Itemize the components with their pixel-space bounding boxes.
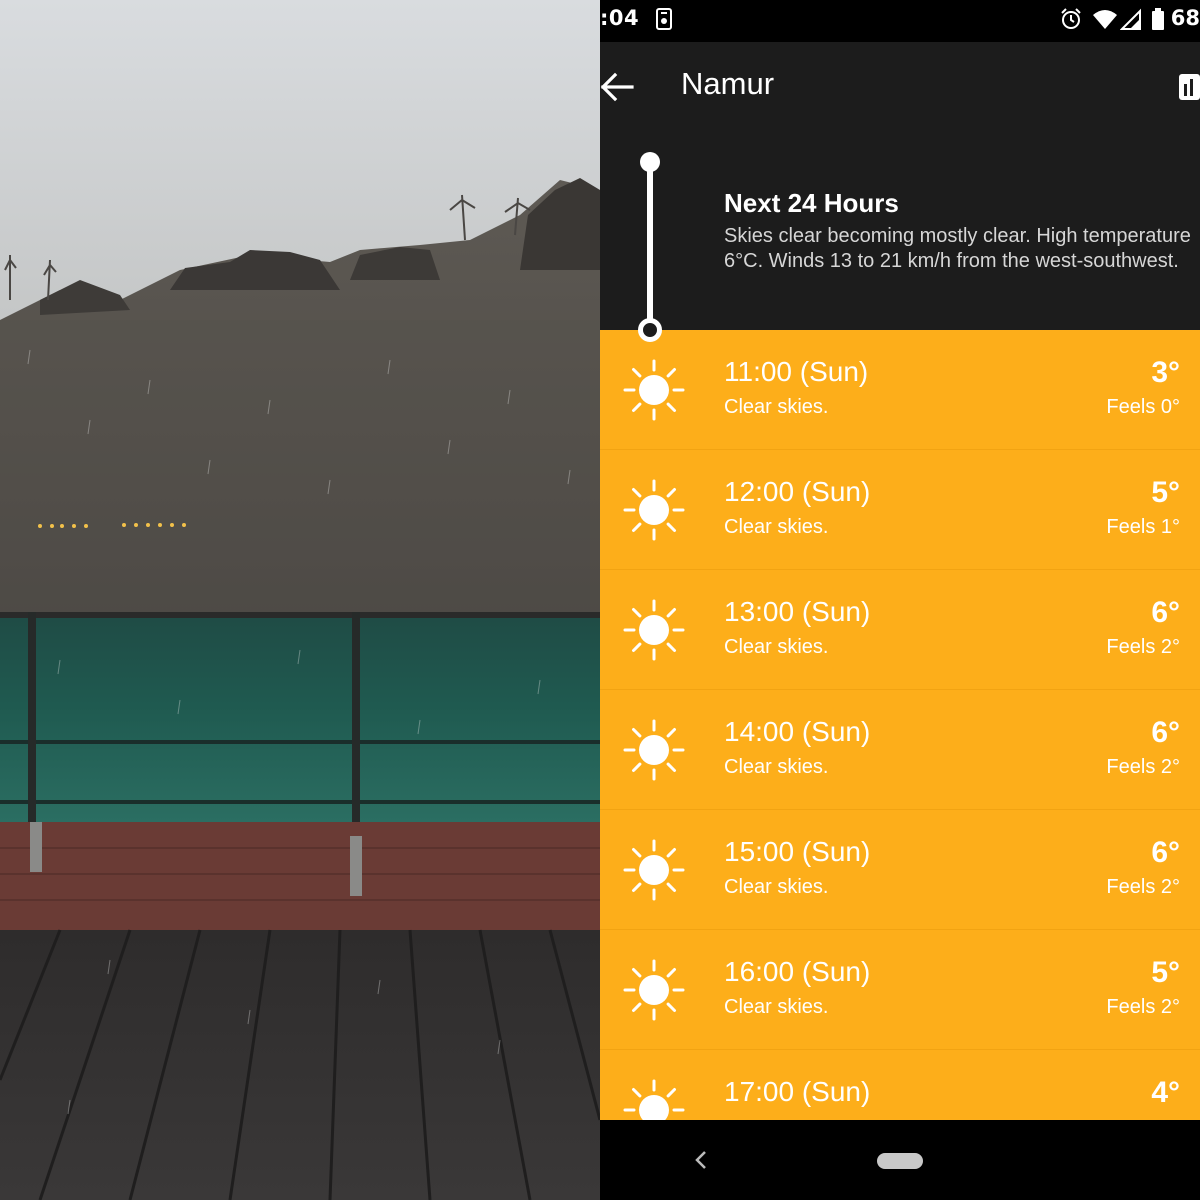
app-toolbar: Namur — [600, 42, 1200, 132]
sun-icon — [622, 718, 686, 782]
summary-text: Skies clear becoming mostly clear. High … — [724, 225, 1191, 272]
hour-feels-like: Feels 2° — [1106, 636, 1180, 658]
hour-temperature: 6° — [1151, 836, 1180, 869]
hour-condition: Clear skies. — [724, 516, 829, 538]
hour-feels-like: Feels 1° — [1106, 516, 1180, 538]
timeline-line — [647, 160, 653, 332]
status-bar: :04 68 — [600, 0, 1200, 42]
sun-icon — [622, 1078, 686, 1120]
wifi-icon — [1092, 8, 1118, 34]
hourly-row[interactable]: 15:00 (Sun) Clear skies. 6° Feels 2° — [600, 810, 1200, 930]
hourly-row[interactable]: 12:00 (Sun) Clear skies. 5° Feels 1° — [600, 450, 1200, 570]
hour-feels-like: Feels 2° — [1106, 996, 1180, 1018]
hour-temperature: 3° — [1151, 356, 1180, 389]
hourly-row[interactable]: 14:00 (Sun) Clear skies. 6° Feels 2° — [600, 690, 1200, 810]
hour-temperature: 5° — [1151, 476, 1180, 509]
hour-time: 11:00 (Sun) — [724, 356, 869, 387]
hourly-row[interactable]: 11:00 (Sun) Clear skies. 3° Feels 0° — [600, 330, 1200, 450]
page-title: Namur — [681, 66, 775, 101]
hour-feels-like: Feels 2° — [1106, 756, 1180, 778]
status-time: :04 — [600, 6, 640, 30]
hourly-row[interactable]: 16:00 (Sun) Clear skies. 5° Feels 2° — [600, 930, 1200, 1050]
sun-icon — [622, 838, 686, 902]
hour-time: 14:00 (Sun) — [724, 716, 871, 747]
hour-temperature: 6° — [1151, 596, 1180, 629]
hour-condition: Clear skies. — [724, 756, 829, 778]
window-photo — [0, 0, 600, 1200]
hour-time: 16:00 (Sun) — [724, 956, 871, 987]
screenshot-icon — [656, 8, 672, 34]
hour-condition: Clear skies. — [724, 636, 829, 658]
nav-back-icon[interactable] — [690, 1148, 714, 1172]
hour-time: 17:00 (Sun) — [724, 1076, 871, 1107]
hour-feels-like: Feels 2° — [1106, 876, 1180, 898]
sun-icon — [622, 958, 686, 1022]
hourly-row[interactable]: 17:00 (Sun) 4° — [600, 1050, 1200, 1120]
hour-time: 12:00 (Sun) — [724, 476, 871, 507]
hour-feels-like: Feels 0° — [1106, 396, 1180, 418]
bar-chart-icon[interactable] — [1178, 70, 1200, 104]
timeline-dot-top — [640, 152, 660, 172]
sun-icon — [622, 478, 686, 542]
weather-app-screen: :04 68 Namur Next 24 Hours Skies clear b… — [600, 0, 1200, 1200]
hour-time: 15:00 (Sun) — [724, 836, 871, 867]
hourly-forecast-list[interactable]: 11:00 (Sun) Clear skies. 3° Feels 0° 12:… — [600, 330, 1200, 1120]
arrow-left-icon[interactable] — [600, 70, 634, 104]
summary-title: Next 24 Hours — [724, 188, 899, 218]
next-24-hours-summary: Next 24 Hours Skies clear becoming mostl… — [600, 132, 1200, 342]
battery-percent: 68 — [1170, 6, 1200, 30]
hour-temperature: 6° — [1151, 716, 1180, 749]
hourly-row[interactable]: 13:00 (Sun) Clear skies. 6° Feels 2° — [600, 570, 1200, 690]
hour-temperature: 5° — [1151, 956, 1180, 989]
hour-condition: Clear skies. — [724, 876, 829, 898]
battery-icon — [1152, 8, 1164, 34]
nav-home-pill[interactable] — [877, 1153, 923, 1169]
sun-icon — [622, 358, 686, 422]
hour-condition: Clear skies. — [724, 996, 829, 1018]
system-nav-bar — [600, 1120, 1200, 1200]
timeline-dot-bottom — [638, 318, 662, 342]
rainy-balcony-photo — [0, 0, 600, 1200]
sun-icon — [622, 598, 686, 662]
hour-time: 13:00 (Sun) — [724, 596, 871, 627]
signal-icon — [1119, 8, 1142, 34]
hour-temperature: 4° — [1151, 1076, 1180, 1109]
hour-condition: Clear skies. — [724, 396, 829, 418]
alarm-icon — [1060, 8, 1082, 34]
